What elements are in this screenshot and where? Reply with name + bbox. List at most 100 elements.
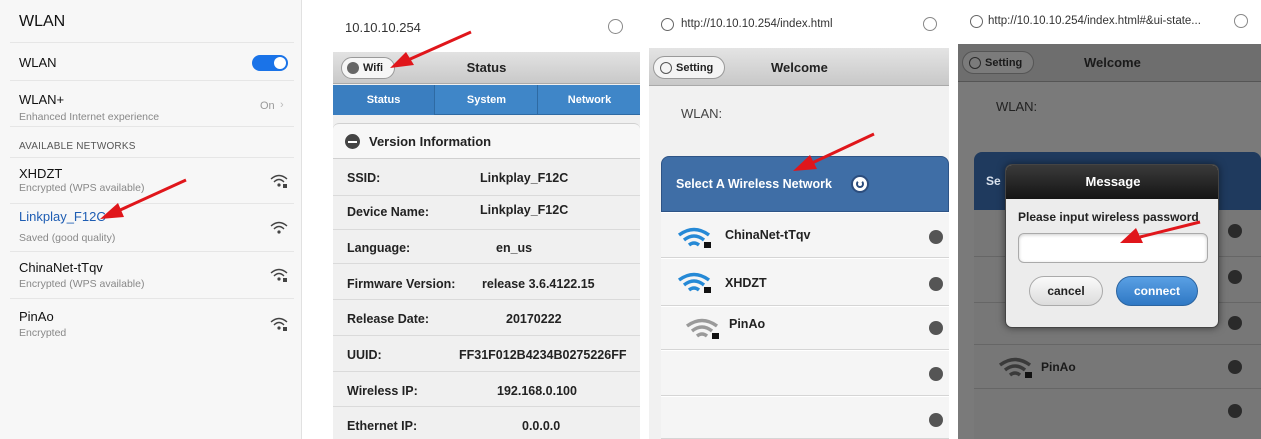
gear-icon [969,57,981,69]
wifi-lock-icon [270,315,288,333]
android-wlan-settings: WLAN WLAN WLAN+ Enhanced Internet experi… [0,0,302,439]
divider [10,251,294,252]
row-label-firmware: Firmware Version: [347,277,456,291]
chevron-right-icon [929,413,943,427]
dialog-title: Message [1085,174,1141,189]
cancel-button[interactable]: cancel [1029,276,1103,306]
chevron-right-icon [929,230,943,244]
divider [333,371,640,372]
divider [974,344,1261,345]
select-network-label: Se [986,174,1001,188]
page-title: WLAN [19,13,66,30]
dialog-header: Message [1006,165,1218,199]
select-network-banner[interactable]: Select A Wireless Network [661,156,949,212]
tab-label: Status [366,94,401,106]
row-label-device-name: Device Name: [347,205,429,219]
wlan-plus-row[interactable]: WLAN+ Enhanced Internet experience On › [0,82,301,124]
wlan-label: WLAN: [996,99,1038,114]
network-item-pinao[interactable]: PinAo Encrypted [0,301,301,343]
network-item-chinanet[interactable]: ChinaNet-tTqv Encrypted (WPS available) [0,254,301,296]
wlan-toggle-row[interactable]: WLAN [0,45,301,79]
chevron-right-icon [929,277,943,291]
tab-network[interactable]: Network [539,85,640,115]
screenshot-collage: WLAN WLAN WLAN+ Enhanced Internet experi… [0,0,1261,439]
divider [10,298,294,299]
row-label-ssid: SSID: [347,171,381,185]
network-name: PinAo [1041,360,1076,374]
network-status: Encrypted (WPS available) [19,182,145,194]
url-text[interactable]: 10.10.10.254 [345,20,421,35]
setting-button[interactable]: Setting [653,56,725,79]
network-item-xhdzt[interactable]: XHDZT Encrypted (WPS available) [0,160,301,202]
tab-label: Network [567,94,612,106]
row-value-ssid: Linkplay_F12C [480,171,569,185]
password-input[interactable] [1018,233,1208,263]
version-info-section-header[interactable]: Version Information [333,123,640,159]
network-item-linkplay[interactable]: Linkplay_F12C Saved (good quality) [0,205,301,249]
setting-button-label: Setting [676,62,714,74]
row-value-firmware: release 3.6.4122.15 [482,277,595,291]
section-header: AVAILABLE NETWORKS [19,141,136,152]
divider [333,229,640,230]
tab-status[interactable]: Status [333,85,435,115]
divider [333,335,640,336]
url-text[interactable]: http://10.10.10.254/index.html [681,18,833,30]
page-title: Status [466,60,507,75]
row-value-uuid: FF31F012B4234B0275226FF [459,348,627,362]
network-name: ChinaNet-tTqv [725,228,811,242]
network-item-empty[interactable] [661,350,949,396]
chevron-right-icon [1228,224,1242,238]
tab-bar: Status System Network [333,85,640,115]
reload-icon[interactable] [1234,14,1248,28]
network-name: XHDZT [725,276,767,290]
device-password-dialog-page: http://10.10.10.254/index.html#&ui-state… [958,0,1261,439]
section-title: Version Information [369,134,492,149]
wifi-lock-icon [270,172,288,190]
globe-icon [970,15,983,28]
dialog-prompt: Please input wireless password [1018,210,1199,224]
refresh-glyph [856,180,864,188]
network-item-pinao[interactable]: PinAo [661,306,949,350]
divider [333,195,640,196]
chevron-right-icon [929,321,943,335]
row-value-ethernet-ip: 0.0.0.0 [522,419,561,433]
row-value-wireless-ip: 192.168.0.100 [497,384,577,398]
row-value-release-date: 20170222 [506,312,562,326]
toggle-knob [274,57,286,69]
wifi-lock-icon [677,271,713,295]
wlan-label: WLAN: [681,106,723,121]
divider [333,406,640,407]
divider [333,263,640,264]
divider [10,203,294,204]
tab-label: System [466,94,507,106]
tab-system[interactable]: System [436,85,538,115]
refresh-icon[interactable] [851,175,869,193]
chevron-right-icon [1228,316,1242,330]
network-item-empty[interactable] [661,396,949,439]
chevron-right-icon: › [280,99,284,111]
setting-button-label: Setting [985,57,1023,69]
divider [10,80,294,81]
row-label-language: Language: [347,241,411,255]
device-welcome-page: http://10.10.10.254/index.html Setting W… [649,0,949,439]
header-bar: Wifi Status [333,52,640,84]
reload-icon[interactable] [923,17,937,31]
collapse-icon [345,134,360,149]
connect-button[interactable]: connect [1116,276,1198,306]
gear-icon [660,62,672,74]
wlan-plus-subtitle: Enhanced Internet experience [19,111,160,123]
divider [10,42,294,43]
reload-icon[interactable] [608,19,623,34]
wlan-toggle-switch[interactable] [252,55,288,71]
network-item-chinanet[interactable]: ChinaNet-tTqv [661,212,949,258]
network-status: Saved (good quality) [19,232,116,244]
url-text[interactable]: http://10.10.10.254/index.html#&ui-state… [988,15,1201,27]
device-status-page: 10.10.10.254 Wifi Status Status System N… [333,0,640,439]
wifi-icon [270,219,288,237]
divider [10,157,294,158]
browser-address-bar: 10.10.10.254 [333,0,640,52]
network-name: Linkplay_F12C [19,209,106,224]
setting-button[interactable]: Setting [962,51,1034,74]
network-item-xhdzt[interactable]: XHDZT [661,258,949,306]
wifi-lock-icon [270,266,288,284]
